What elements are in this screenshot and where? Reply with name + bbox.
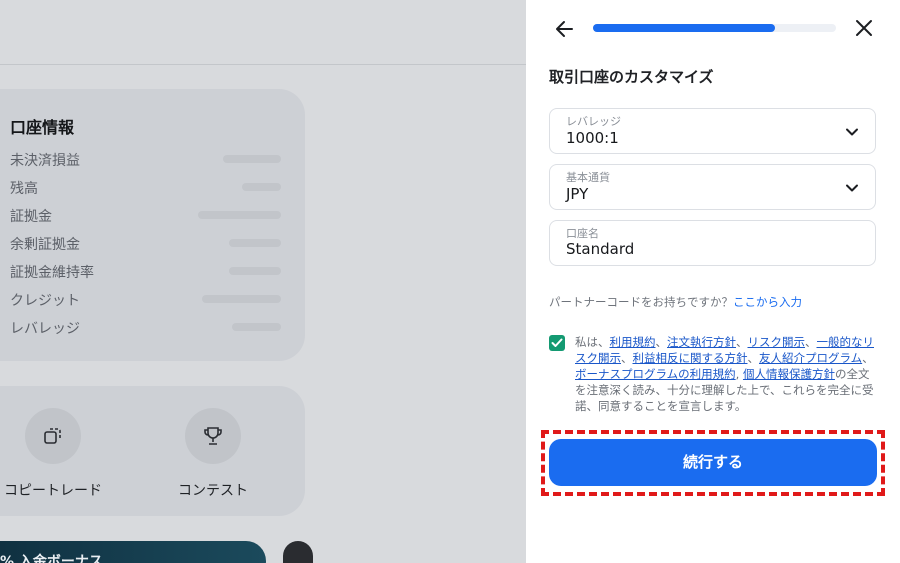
- terms-agreement-text: 私は、利用規約、注文執行方針、リスク開示、一般的なリスク開示、利益相反に関する方…: [575, 334, 877, 414]
- page-title: 取引口座のカスタマイズ: [549, 68, 714, 86]
- account-customization-panel: 取引口座のカスタマイズ レバレッジ 1000:1 基本通貨 JPY 口座名 St…: [526, 0, 900, 563]
- step-progress-fill: [593, 24, 776, 32]
- arrow-left-icon: [556, 21, 573, 37]
- bonus-banner[interactable]: % 入金ボーナス: [0, 541, 266, 563]
- contest-action[interactable]: コンテスト: [163, 408, 263, 500]
- terms-link-conflict-of-interest[interactable]: 利益相反に関する方針: [633, 351, 748, 365]
- secondary-banner[interactable]: [283, 541, 313, 563]
- step-progress-bar: [593, 24, 836, 32]
- value-placeholder: [223, 155, 281, 163]
- back-button[interactable]: [554, 18, 576, 40]
- value-placeholder: [198, 211, 281, 219]
- terms-separator: ,: [735, 367, 743, 381]
- row-unrealized-pnl: 未決済損益: [10, 153, 80, 169]
- row-margin: 証拠金: [10, 209, 52, 225]
- terms-link-terms-of-use[interactable]: 利用規約: [610, 335, 656, 349]
- value-placeholder: [232, 323, 281, 331]
- terms-checkbox[interactable]: [549, 335, 565, 351]
- value-placeholder: [229, 267, 281, 275]
- quick-actions-card: コピートレード コンテスト: [0, 386, 305, 516]
- copy-trade-label: コピートレード: [4, 483, 102, 499]
- background-dashboard: 口座情報 未決済損益 残高 証拠金 余剰証拠金 証拠金維持率 クレジット レバレ…: [0, 0, 526, 563]
- header-divider: [0, 64, 526, 65]
- partner-code-text: パートナーコードをお持ちですか？: [549, 295, 733, 309]
- value-placeholder: [242, 183, 281, 191]
- leverage-select[interactable]: レバレッジ 1000:1: [549, 108, 876, 154]
- check-icon: [551, 338, 563, 347]
- terms-link-referral-program[interactable]: 友人紹介プログラム: [759, 351, 862, 365]
- trophy-icon: [204, 427, 222, 445]
- terms-separator: 、: [621, 351, 633, 365]
- value-placeholder: [202, 295, 281, 303]
- close-button[interactable]: [854, 18, 874, 38]
- account-name-label: 口座名: [566, 227, 599, 240]
- leverage-label: レバレッジ: [566, 115, 621, 128]
- account-info-card: 口座情報 未決済損益 残高 証拠金 余剰証拠金 証拠金維持率 クレジット レバレ…: [0, 89, 305, 361]
- terms-link-privacy-policy[interactable]: 個人情報保護方針: [743, 367, 835, 381]
- account-name-value[interactable]: Standard: [566, 240, 634, 258]
- contest-label: コンテスト: [178, 483, 248, 499]
- terms-separator: 、: [862, 351, 874, 365]
- row-free-margin: 余剰証拠金: [10, 237, 80, 253]
- copy-trade-action[interactable]: コピートレード: [3, 408, 103, 500]
- chevron-down-icon: [846, 184, 858, 192]
- row-leverage: レバレッジ: [10, 321, 80, 337]
- value-placeholder: [229, 239, 281, 247]
- leverage-value: 1000:1: [566, 129, 619, 147]
- continue-button[interactable]: 続行する: [549, 439, 877, 486]
- account-info-title: 口座情報: [10, 118, 75, 137]
- row-credit: クレジット: [10, 293, 80, 309]
- terms-link-bonus-program[interactable]: ボーナスプログラムの利用規約: [575, 367, 736, 381]
- terms-link-risk-disclosure[interactable]: リスク開示: [748, 335, 806, 349]
- close-icon: [856, 20, 872, 36]
- terms-link-order-execution[interactable]: 注文執行方針: [667, 335, 736, 349]
- terms-separator: 、: [747, 351, 760, 365]
- row-margin-level: 証拠金維持率: [10, 265, 94, 281]
- row-balance: 残高: [10, 181, 38, 197]
- partner-code-link[interactable]: ここから入力: [733, 295, 802, 309]
- terms-separator: 、: [655, 335, 668, 349]
- base-currency-value: JPY: [566, 185, 589, 203]
- copy-icon: [44, 428, 61, 444]
- base-currency-label: 基本通貨: [566, 171, 610, 184]
- terms-separator: 、: [736, 335, 748, 349]
- terms-prefix: 私は、: [575, 335, 610, 349]
- chevron-down-icon: [846, 128, 858, 136]
- partner-code-prompt: パートナーコードをお持ちですか？ここから入力: [549, 294, 802, 310]
- base-currency-select[interactable]: 基本通貨 JPY: [549, 164, 876, 210]
- account-name-field[interactable]: 口座名 Standard: [549, 220, 876, 266]
- terms-separator: 、: [805, 335, 817, 349]
